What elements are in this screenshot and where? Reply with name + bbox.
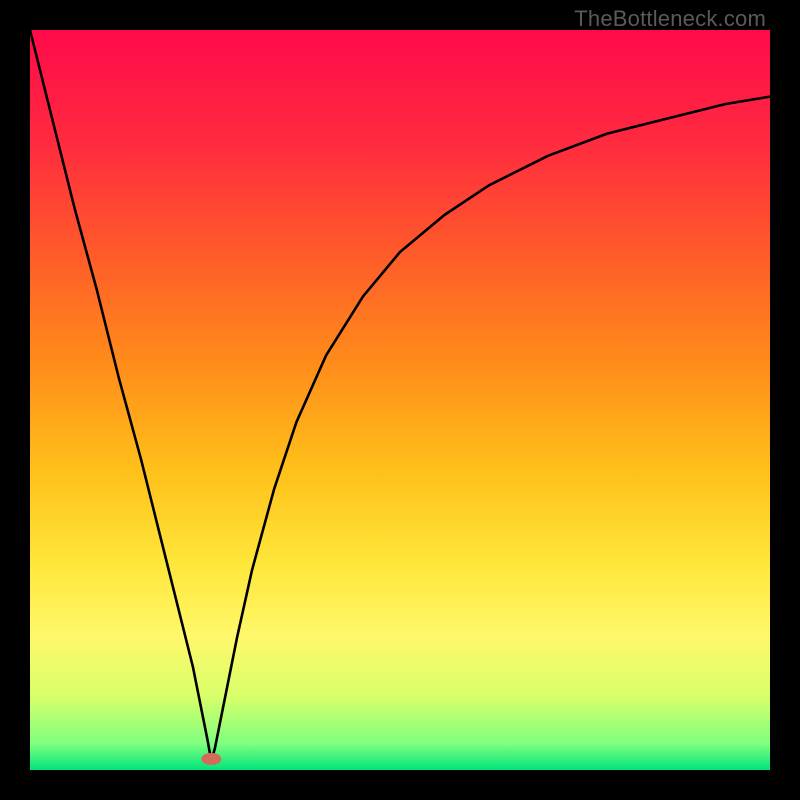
chart-background xyxy=(30,30,770,770)
minimum-marker xyxy=(201,753,221,765)
watermark-text: TheBottleneck.com xyxy=(574,6,766,32)
chart-frame xyxy=(30,30,770,770)
chart-svg xyxy=(30,30,770,770)
